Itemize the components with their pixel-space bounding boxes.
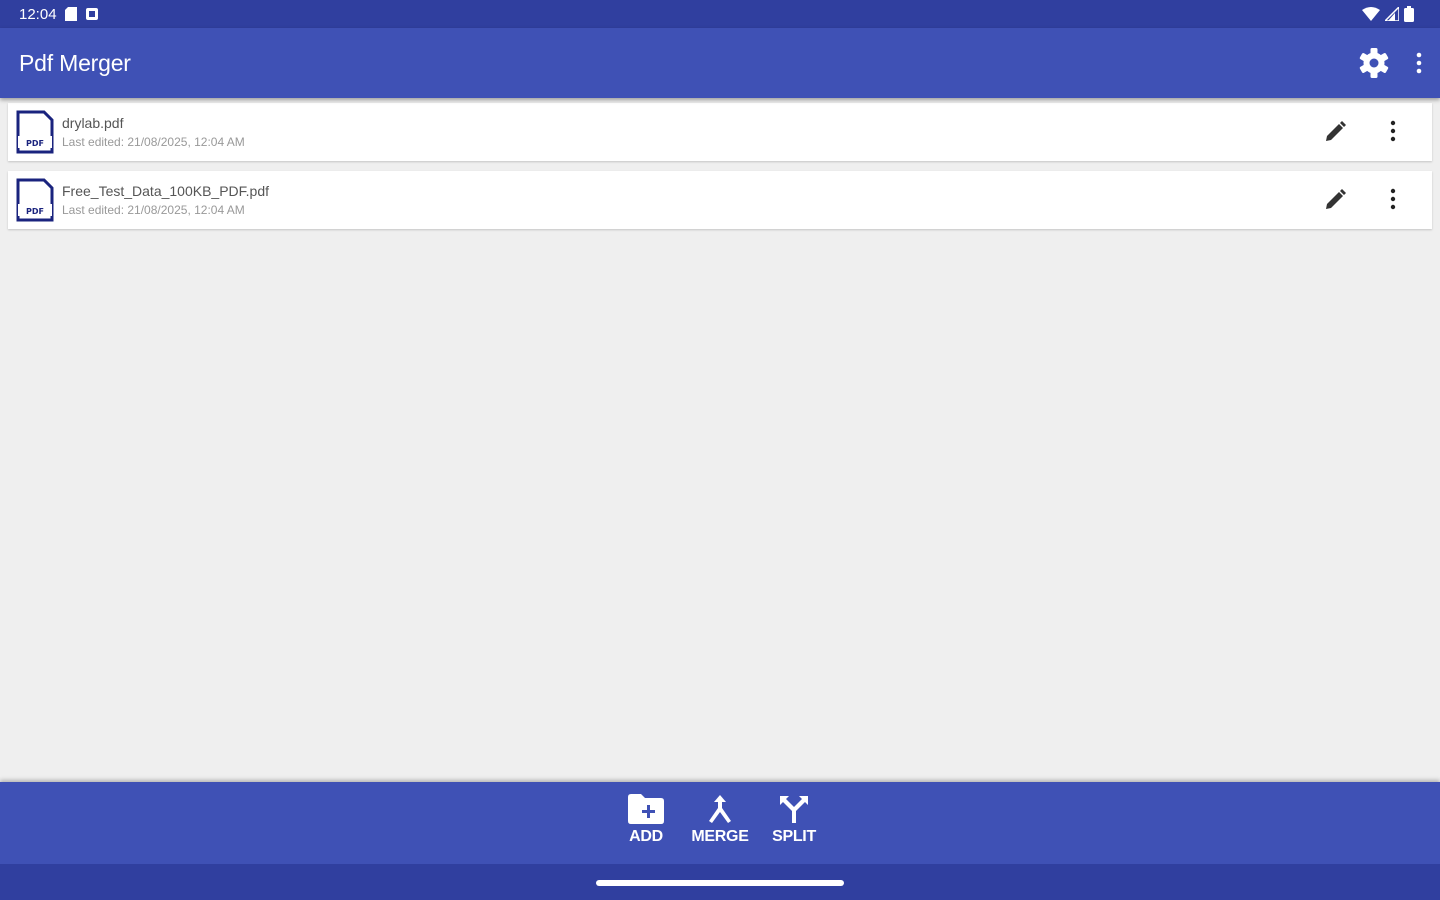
app-title: Pdf Merger — [19, 49, 131, 76]
edit-file-button[interactable] — [1324, 189, 1346, 211]
folder-add-icon — [628, 794, 664, 824]
battery-icon — [1404, 6, 1414, 22]
file-list: PDF drylab.pdf Last edited: 21/08/2025, … — [8, 103, 1432, 239]
wifi-icon — [1362, 7, 1380, 21]
add-label: ADD — [629, 828, 663, 845]
split-label: SPLIT — [772, 828, 816, 845]
more-vert-icon — [1390, 120, 1396, 142]
pdf-file-icon: PDF — [16, 110, 54, 154]
status-left: 12:04 — [19, 6, 99, 23]
pdf-thumb-label: PDF — [26, 207, 44, 216]
file-text: Free_Test_Data_100KB_PDF.pdf Last edited… — [62, 183, 269, 217]
settings-button[interactable] — [1358, 47, 1390, 79]
split-icon — [780, 796, 808, 823]
split-button[interactable]: SPLIT — [757, 782, 831, 864]
add-button[interactable]: ADD — [609, 782, 683, 864]
file-more-button[interactable] — [1390, 188, 1396, 210]
pencil-icon — [1326, 121, 1346, 141]
status-right — [1362, 6, 1414, 22]
cell-signal-icon — [1385, 7, 1399, 21]
sd-card-icon — [64, 7, 77, 21]
edit-file-button[interactable] — [1324, 121, 1346, 143]
file-name: drylab.pdf — [62, 115, 124, 131]
merge-button[interactable]: MERGE — [683, 782, 757, 864]
home-gesture-handle[interactable] — [596, 880, 844, 886]
system-nav-bar — [0, 864, 1440, 900]
file-more-button[interactable] — [1390, 120, 1396, 142]
file-name: Free_Test_Data_100KB_PDF.pdf — [62, 183, 270, 199]
pdf-thumb-label: PDF — [26, 139, 44, 148]
overflow-menu-button[interactable] — [1416, 52, 1422, 74]
pencil-icon — [1326, 189, 1346, 209]
app-bar: Pdf Merger — [0, 28, 1440, 98]
gear-icon — [1359, 48, 1389, 78]
merge-label: MERGE — [691, 828, 749, 845]
status-time: 12:04 — [19, 5, 57, 23]
pdf-file-icon: PDF — [16, 178, 54, 222]
app-actions — [1358, 47, 1422, 79]
status-bar: 12:04 — [0, 0, 1440, 28]
file-last-edited: Last edited: 21/08/2025, 12:04 AM — [62, 135, 245, 149]
file-last-edited: Last edited: 21/08/2025, 12:04 AM — [62, 203, 245, 217]
notification-icon — [85, 8, 98, 20]
bottom-action-bar: ADD MERGE SPLIT — [0, 782, 1440, 864]
file-list-item[interactable]: PDF drylab.pdf Last edited: 21/08/2025, … — [8, 103, 1432, 161]
file-list-item[interactable]: PDF Free_Test_Data_100KB_PDF.pdf Last ed… — [8, 171, 1432, 229]
more-vert-icon — [1390, 188, 1396, 210]
merge-icon — [709, 795, 731, 823]
file-text: drylab.pdf Last edited: 21/08/2025, 12:0… — [62, 115, 245, 149]
more-vert-icon — [1416, 52, 1422, 74]
